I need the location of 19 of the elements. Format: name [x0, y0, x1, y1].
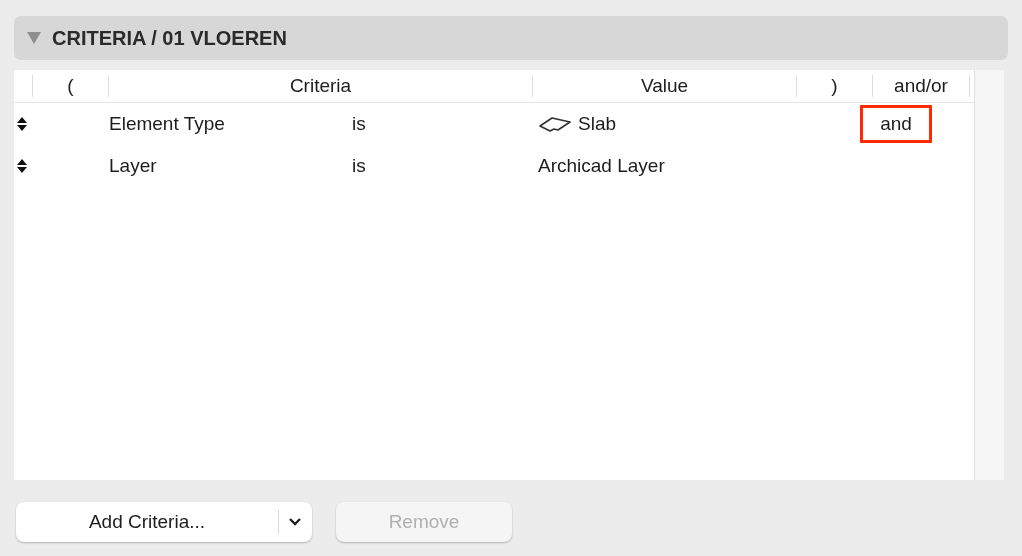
reorder-arrows-icon[interactable] — [16, 158, 28, 174]
chevron-down-icon[interactable] — [288, 517, 302, 527]
section-title: CRITERIA / 01 VLOEREN — [52, 26, 287, 51]
value-text: Slab — [578, 111, 617, 136]
add-criteria-button[interactable]: Add Criteria... — [16, 502, 312, 542]
column-header[interactable]: and/or — [894, 71, 948, 101]
criteria-name: Layer — [109, 154, 157, 176]
column-header[interactable]: ) — [831, 71, 838, 101]
column-header[interactable]: Value — [640, 71, 689, 101]
slab-icon — [538, 115, 572, 133]
operator-text: is — [352, 112, 366, 134]
and-or-cell[interactable]: and — [880, 109, 912, 139]
criteria-name: Element Type — [109, 112, 225, 134]
operator-text: is — [352, 154, 366, 176]
column-header[interactable]: Criteria — [289, 71, 352, 101]
reorder-arrows-icon[interactable] — [16, 116, 28, 132]
column-header[interactable]: ( — [67, 71, 74, 101]
value-text: Archicad Layer — [538, 153, 665, 178]
section-header[interactable]: CRITERIA / 01 VLOEREN — [14, 16, 1008, 60]
